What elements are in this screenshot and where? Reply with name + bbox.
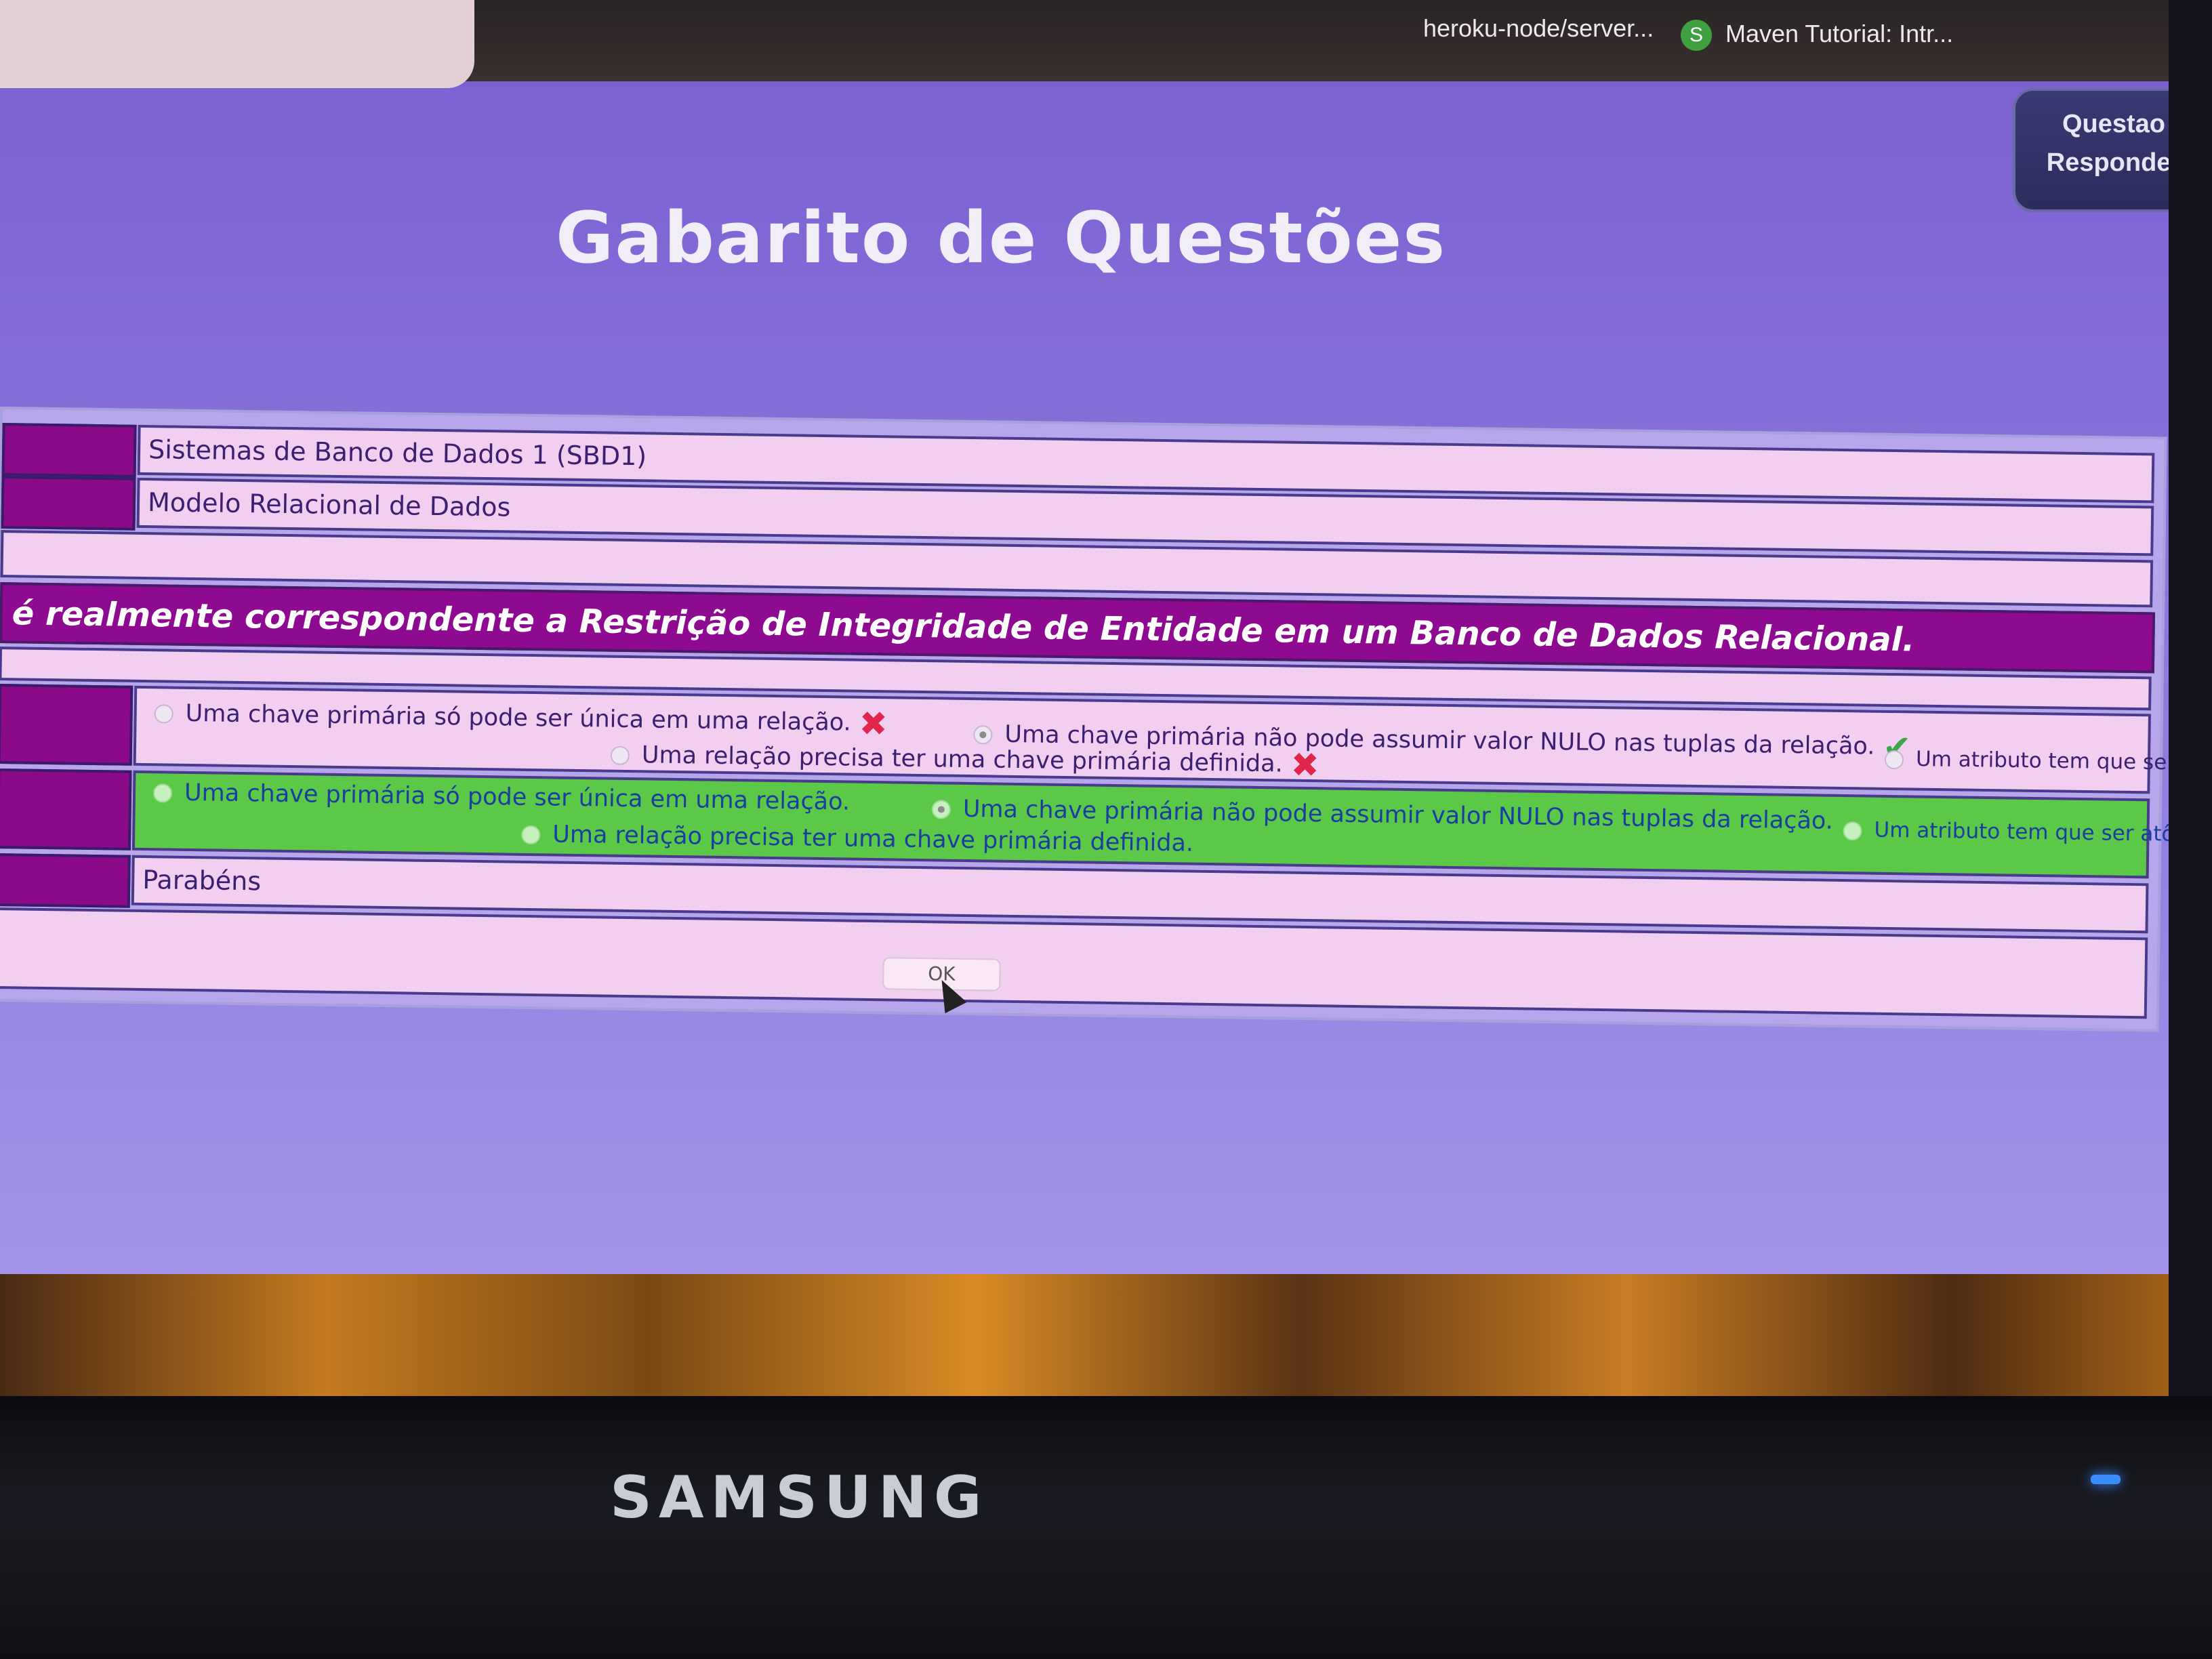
wrong-mark-icon: ✖ bbox=[859, 703, 888, 744]
header-cell bbox=[1, 476, 136, 531]
option-item[interactable]: Uma chave primária só pode ser única em … bbox=[154, 694, 888, 743]
bookmarks-bar: heroku-node/server... S Maven Tutorial: I… bbox=[0, 0, 2169, 88]
radio-button[interactable] bbox=[521, 825, 541, 845]
option-item[interactable]: Um atributo tem que ser atômico em uma r… bbox=[1884, 740, 2169, 787]
top-navigation: Questao Responder bbox=[2013, 88, 2169, 212]
radio-button[interactable] bbox=[610, 745, 630, 766]
monitor-brand-logo: SAMSUNG bbox=[610, 1464, 989, 1532]
radio-button-selected[interactable] bbox=[931, 800, 951, 819]
header-cell bbox=[0, 684, 134, 766]
option-label: Uma chave primária só pode ser única em … bbox=[184, 779, 851, 816]
assunto-value: Modelo Relacional de Dados bbox=[147, 487, 511, 523]
radio-button[interactable] bbox=[152, 783, 173, 803]
nav-responder-button[interactable]: Responder bbox=[2015, 139, 2169, 178]
radio-button[interactable] bbox=[1843, 821, 1862, 840]
bookmark-heroku[interactable]: heroku-node/server... bbox=[1423, 8, 1654, 49]
option-item[interactable]: Uma relação precisa ter uma chave primár… bbox=[521, 821, 1193, 857]
option-label: Um atributo tem que ser atômico em uma r… bbox=[1874, 817, 2169, 850]
option-label: Uma relação precisa ter uma chave primár… bbox=[641, 741, 1284, 778]
bookmark-label: heroku-node/server... bbox=[1423, 14, 1654, 42]
question-label: é realmente correspondente a Restrição d… bbox=[12, 594, 1915, 659]
nav-questao-button[interactable]: Questao bbox=[2015, 91, 2169, 139]
wrong-mark-icon: ✖ bbox=[1290, 745, 1320, 785]
option-label: Um atributo tem que ser atômico em uma r… bbox=[1915, 747, 2169, 779]
gabarito-table: Sistemas de Banco de Dados 1 (SBD1) Mode… bbox=[0, 407, 2169, 1033]
bookmark-label: Maven Tutorial: Intr... bbox=[1725, 20, 1954, 47]
page-title: Gabarito de Questões bbox=[556, 197, 1447, 279]
desktop-wallpaper bbox=[0, 1274, 2169, 1410]
monitor-screen: heroku-node/server... S Maven Tutorial: I… bbox=[0, 0, 2169, 1410]
disciplina-value: Sistemas de Banco de Dados 1 (SBD1) bbox=[148, 434, 647, 472]
radio-button[interactable] bbox=[1884, 750, 1904, 770]
monitor-bezel bbox=[0, 1396, 2212, 1659]
gabarito-frame: Sistemas de Banco de Dados 1 (SBD1) Mode… bbox=[0, 407, 2169, 1032]
header-cell bbox=[0, 853, 131, 908]
option-item[interactable]: Uma chave primária só pode ser única em … bbox=[152, 779, 851, 816]
option-item[interactable]: Um atributo tem que ser atômico em uma r… bbox=[1843, 817, 2169, 850]
power-led-icon bbox=[2091, 1475, 2121, 1484]
result-value: Parabéns bbox=[142, 865, 262, 897]
address-field[interactable] bbox=[0, 0, 474, 88]
header-cell bbox=[0, 769, 132, 851]
option-label: Uma chave primária só pode ser única em … bbox=[185, 699, 851, 737]
radio-button[interactable] bbox=[154, 704, 173, 724]
header-cell bbox=[1, 423, 137, 478]
option-label: Uma relação precisa ter uma chave primár… bbox=[552, 821, 1194, 857]
maven-icon: S bbox=[1681, 20, 1712, 52]
bookmark-maven[interactable]: S Maven Tutorial: Intr... bbox=[1681, 14, 1953, 54]
